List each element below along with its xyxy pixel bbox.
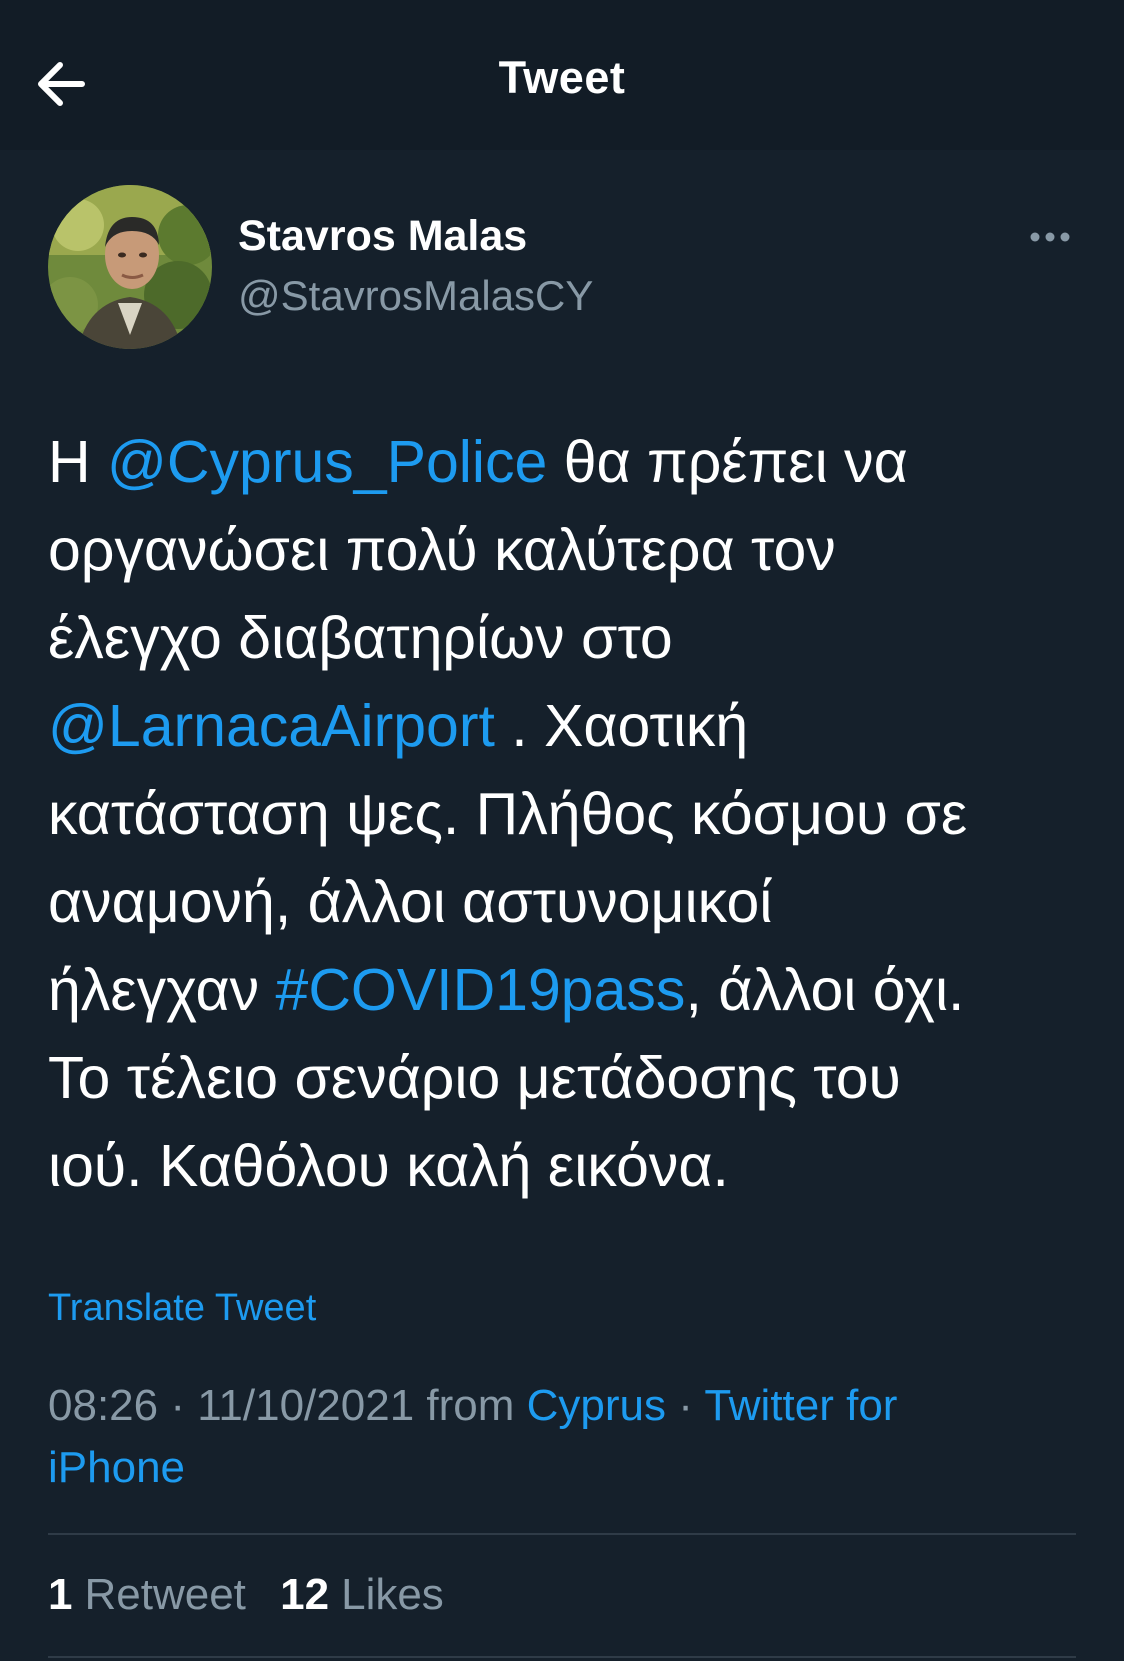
client-link-continued[interactable]: iPhone: [48, 1443, 185, 1492]
tweet-text-segment: θα πρέπει να: [547, 429, 908, 495]
tweet-text-segment: αναμονή, άλλοι αστυνομικοί: [48, 869, 773, 935]
tweet-text-line: ήλεγχαν #COVID19pass, άλλοι όχι.: [48, 946, 1088, 1034]
tweet-date: 11/10/2021: [197, 1381, 415, 1430]
tweet-text-line: έλεγχο διαβατηρίων στο: [48, 594, 1088, 682]
mention-link[interactable]: @LarnacaAirport: [48, 693, 495, 759]
tweet-text-line: Η @Cyprus_Police θα πρέπει να: [48, 418, 1088, 506]
tweet-text-line: κατάσταση ψες. Πλήθος κόσμου σε: [48, 770, 1088, 858]
tweet-text-segment: ιού. Καθόλου καλή εικόνα.: [48, 1133, 729, 1199]
from-label: from: [414, 1381, 527, 1430]
avatar[interactable]: [48, 185, 212, 349]
likes-stat[interactable]: 12 Likes: [280, 1570, 444, 1619]
likes-count: 12: [280, 1570, 330, 1619]
tweet-text-segment: κατάσταση ψες. Πλήθος κόσμου σε: [48, 781, 968, 847]
meta-separator: ·: [158, 1381, 198, 1430]
location-link[interactable]: Cyprus: [527, 1381, 666, 1430]
tweet-meta-line-2: iPhone: [48, 1437, 1068, 1499]
top-bar: Tweet: [0, 0, 1124, 150]
tweet-text-line: αναμονή, άλλοι αστυνομικοί: [48, 858, 1088, 946]
divider-bottom: [48, 1656, 1076, 1658]
tweet-text-line: @LarnacaAirport . Χαοτική: [48, 682, 1088, 770]
profile-photo: [48, 185, 212, 349]
tweet-stats: 1 Retweet 12 Likes: [48, 1570, 466, 1620]
tweet-time: 08:26: [48, 1381, 159, 1430]
translate-tweet-link[interactable]: Translate Tweet: [48, 1287, 316, 1330]
tweet-text-segment: οργανώσει πολύ καλύτερα τον: [48, 517, 836, 583]
tweet-text-segment: Το τέλειο σενάριο μετάδοσης του: [48, 1045, 901, 1111]
tweet-text: Η @Cyprus_Police θα πρέπει να οργανώσει π…: [48, 418, 1088, 1210]
tweet-text-segment: Η: [48, 429, 107, 495]
tweet-text-segment: έλεγχο διαβατηρίων στο: [48, 605, 673, 671]
page-title: Tweet: [498, 52, 626, 103]
retweets-stat[interactable]: 1 Retweet: [48, 1570, 246, 1619]
author-handle[interactable]: @StavrosMalasCY: [238, 272, 593, 320]
tweet-text-line: Το τέλειο σενάριο μετάδοσης του: [48, 1034, 1088, 1122]
likes-label: Likes: [341, 1570, 444, 1619]
retweets-label: Retweet: [84, 1570, 246, 1619]
hashtag-link[interactable]: #COVID19pass: [276, 957, 686, 1023]
more-dots-icon: [1030, 232, 1070, 242]
mention-link[interactable]: @Cyprus_Police: [107, 429, 547, 495]
tweet-meta: 08:26 · 11/10/2021 from Cyprus · Twitter…: [48, 1375, 1068, 1499]
tweet-text-line: οργανώσει πολύ καλύτερα τον: [48, 506, 1088, 594]
more-options-button[interactable]: [1025, 220, 1075, 254]
tweet-text-segment: ήλεγχαν: [48, 957, 276, 1023]
meta-separator: ·: [666, 1381, 705, 1430]
divider: [48, 1533, 1076, 1535]
author-name[interactable]: Stavros Malas: [238, 212, 527, 261]
tweet-text-segment: . Χαοτική: [494, 693, 749, 759]
tweet-text-segment: , άλλοι όχι.: [685, 957, 965, 1023]
tweet-text-line: ιού. Καθόλου καλή εικόνα.: [48, 1122, 1088, 1210]
tweet-meta-line-1: 08:26 · 11/10/2021 from Cyprus · Twitter…: [48, 1375, 1068, 1437]
retweets-count: 1: [48, 1570, 73, 1619]
client-link[interactable]: Twitter for: [704, 1381, 897, 1430]
